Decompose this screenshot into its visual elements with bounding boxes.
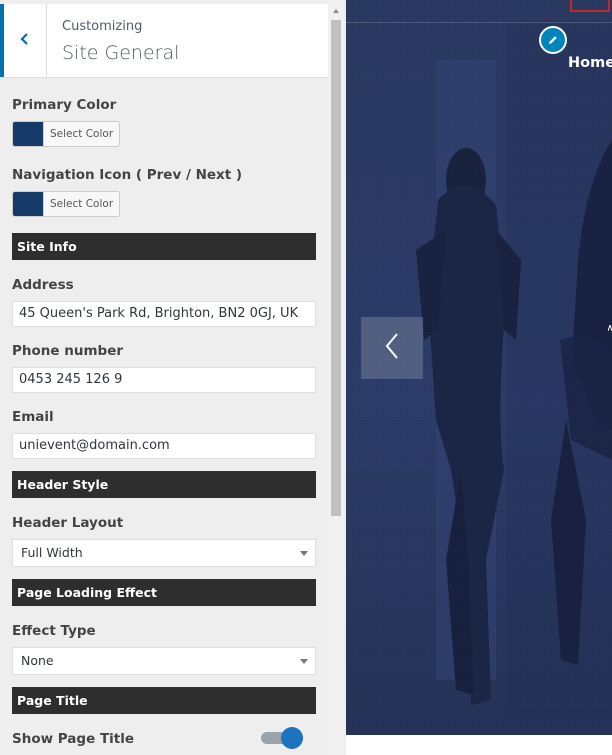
nav-icon-color-label: Navigation Icon ( Prev / Next ): [12, 167, 243, 183]
edit-shortcut-button[interactable]: [539, 26, 567, 54]
email-label: Email: [12, 409, 54, 425]
chevron-left-icon: [19, 31, 31, 50]
section-site-info: Site Info: [12, 233, 316, 260]
phone-label: Phone number: [12, 343, 124, 359]
customizer-header: Customizing Site General: [0, 4, 328, 78]
scrollbar-thumb[interactable]: [331, 20, 341, 516]
effect-type-label: Effect Type: [12, 623, 96, 639]
scroll-up-icon[interactable]: [333, 9, 339, 13]
address-input[interactable]: 45 Queen's Park Rd, Brighton, BN2 0GJ, U…: [12, 301, 316, 327]
header-layout-label: Header Layout: [12, 515, 124, 531]
header-layout-select[interactable]: Full Width: [12, 539, 316, 567]
chevron-left-icon: [382, 331, 402, 365]
phone-input[interactable]: 0453 245 126 9: [12, 367, 316, 393]
section-page-loading: Page Loading Effect: [12, 579, 316, 606]
address-label: Address: [12, 277, 74, 293]
red-badge: [570, 0, 610, 12]
slider-prev-button[interactable]: [361, 317, 423, 379]
customizer-sidebar: Customizing Site General Primary Color S…: [0, 0, 328, 755]
effect-type-value: None: [21, 653, 54, 668]
header-layout-value: Full Width: [21, 545, 83, 560]
nav-icon-color-swatch[interactable]: [13, 192, 43, 216]
primary-color-label: Primary Color: [12, 97, 117, 113]
toggle-knob: [281, 727, 303, 749]
select-color-button[interactable]: Select Color: [43, 192, 120, 216]
slide-text-fragment: [607, 316, 612, 332]
nav-home-link[interactable]: Home: [568, 55, 612, 71]
select-color-button[interactable]: Select Color: [43, 122, 120, 146]
section-header-style: Header Style: [12, 471, 316, 498]
back-button[interactable]: [0, 4, 47, 77]
sidebar-scrollbar[interactable]: [328, 0, 344, 755]
caret-down-icon: [300, 551, 308, 556]
site-preview: Home: [346, 0, 612, 735]
show-page-title-label: Show Page Title: [12, 731, 135, 747]
primary-color-picker[interactable]: Select Color: [12, 121, 121, 147]
pencil-icon: [547, 31, 559, 50]
primary-color-swatch[interactable]: [13, 122, 43, 146]
nav-icon-color-picker[interactable]: Select Color: [12, 191, 121, 217]
email-input[interactable]: unievent@domain.com: [12, 433, 316, 459]
caret-down-icon: [300, 659, 308, 664]
header-divider: [346, 22, 612, 23]
show-page-title-toggle[interactable]: [261, 727, 303, 749]
breadcrumb: Customizing: [62, 19, 143, 34]
section-page-title: Page Title: [12, 687, 316, 714]
effect-type-select[interactable]: None: [12, 647, 316, 675]
page-title: Site General: [62, 42, 180, 64]
preview-bottom-strip: [346, 735, 612, 755]
